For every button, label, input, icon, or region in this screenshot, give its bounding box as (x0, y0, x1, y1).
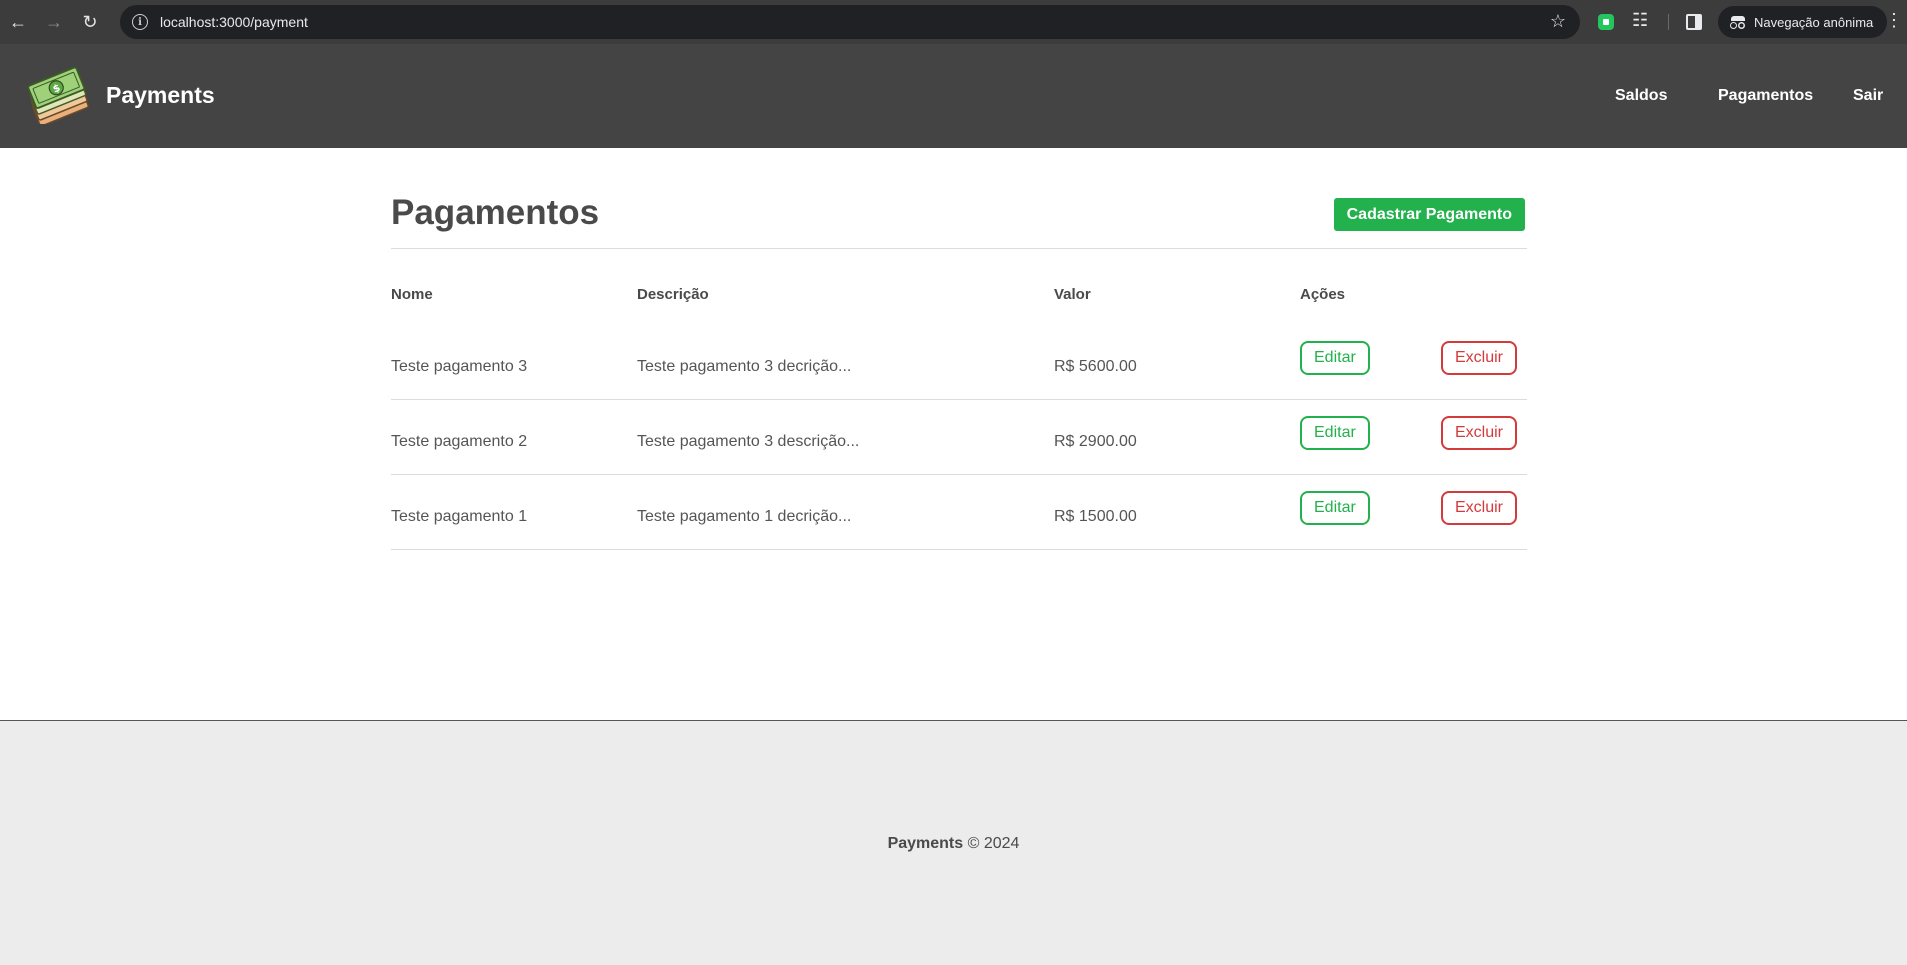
address-bar[interactable]: i localhost:3000/payment ☆ (120, 5, 1580, 39)
footer: Payments © 2024 (0, 720, 1907, 965)
edit-button[interactable]: Editar (1300, 416, 1370, 450)
cell-descricao: Teste pagamento 1 decrição... (637, 508, 852, 525)
cell-descricao: Teste pagamento 3 decrição... (637, 358, 852, 375)
app-header: $ Payments Saldos Pagamentos Sair (0, 44, 1907, 148)
nav-saldos[interactable]: Saldos (1615, 87, 1667, 105)
cell-nome: Teste pagamento 2 (391, 433, 528, 450)
column-header-acoes: Ações (1300, 286, 1346, 303)
side-panel-icon[interactable] (1686, 14, 1702, 30)
toolbar-divider (1668, 14, 1669, 30)
delete-button[interactable]: Excluir (1441, 491, 1518, 525)
table-row: Teste pagamento 1 Teste pagamento 1 decr… (391, 475, 1527, 550)
browser-toolbar: ← → ↻ i localhost:3000/payment ☆ ☷ Naveg… (0, 0, 1907, 44)
reload-icon[interactable]: ↻ (72, 0, 108, 44)
address-url[interactable]: localhost:3000/payment (160, 14, 308, 30)
incognito-icon (1730, 16, 1746, 29)
edit-button[interactable]: Editar (1300, 341, 1370, 375)
brand-name[interactable]: Payments (106, 82, 215, 109)
column-header-nome: Nome (391, 286, 433, 303)
column-header-descricao: Descrição (637, 286, 709, 303)
browser-menu-icon[interactable]: ⋮ (1885, 10, 1903, 31)
divider (391, 248, 1527, 249)
incognito-badge[interactable]: Navegação anônima (1718, 6, 1888, 38)
nav-sair[interactable]: Sair (1853, 87, 1883, 105)
bookmark-star-icon[interactable]: ☆ (1550, 11, 1566, 32)
cell-descricao: Teste pagamento 3 descrição... (637, 433, 860, 450)
nav-pagamentos[interactable]: Pagamentos (1718, 87, 1813, 105)
forward-icon[interactable]: → (36, 0, 72, 44)
footer-year: © 2024 (967, 835, 1020, 852)
delete-button[interactable]: Excluir (1441, 341, 1518, 375)
page-title: Pagamentos (391, 193, 600, 232)
extensions-puzzle-icon[interactable]: ☷ (1632, 10, 1648, 31)
footer-brand: Payments (887, 835, 964, 852)
add-payment-button[interactable]: Cadastrar Pagamento (1333, 198, 1525, 231)
cell-nome: Teste pagamento 1 (391, 508, 528, 525)
delete-button[interactable]: Excluir (1441, 416, 1518, 450)
cell-valor: R$ 2900.00 (1054, 433, 1137, 450)
cell-valor: R$ 1500.00 (1054, 508, 1137, 525)
site-info-icon[interactable]: i (132, 14, 148, 30)
table-row: Teste pagamento 3 Teste pagamento 3 decr… (391, 325, 1527, 400)
table-row: Teste pagamento 2 Teste pagamento 3 desc… (391, 400, 1527, 475)
footer-copyright: Payments © 2024 (0, 835, 1907, 853)
edit-button[interactable]: Editar (1300, 491, 1370, 525)
cell-nome: Teste pagamento 3 (391, 358, 528, 375)
money-logo-icon[interactable]: $ (24, 66, 90, 124)
back-icon[interactable]: ← (0, 0, 36, 44)
column-header-valor: Valor (1054, 286, 1091, 303)
incognito-label: Navegação anônima (1754, 14, 1874, 30)
extension-icon[interactable] (1598, 14, 1614, 30)
cell-valor: R$ 5600.00 (1054, 358, 1137, 375)
